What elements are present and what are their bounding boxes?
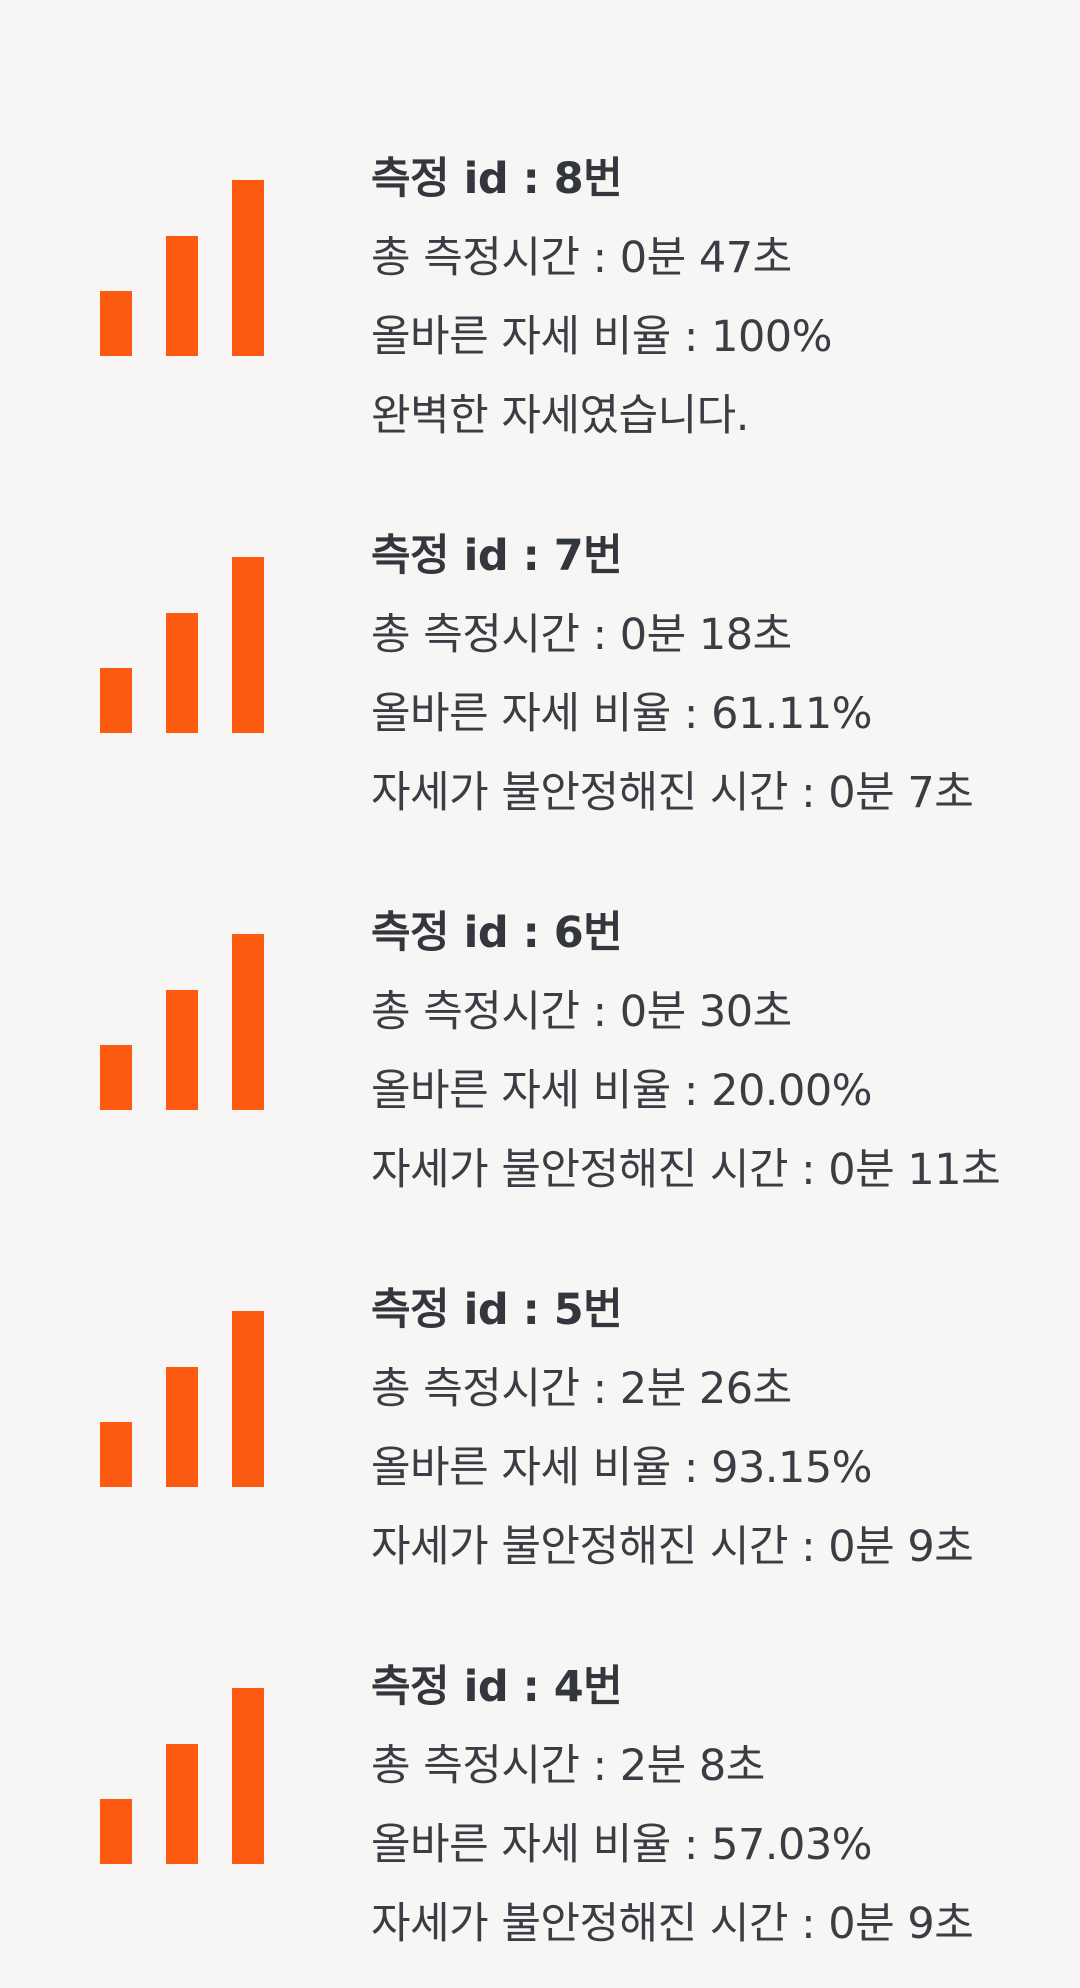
bar-chart-icon bbox=[100, 555, 266, 733]
record-info: 측정 id : 6번 총 측정시간 : 0분 30초 올바른 자세 비율 : 2… bbox=[371, 894, 1071, 1210]
record-total-time: 총 측정시간 : 0분 47초 bbox=[371, 233, 792, 283]
previous-record-partial-line bbox=[371, 0, 386, 50]
bar-chart-icon-bar-medium bbox=[166, 236, 198, 356]
measurement-record-item[interactable]: 측정 id : 5번 총 측정시간 : 2분 26초 올바른 자세 비율 : 9… bbox=[0, 1271, 1080, 1611]
bar-chart-icon-bar-short bbox=[100, 1045, 132, 1110]
record-total-time: 총 측정시간 : 2분 8초 bbox=[371, 1741, 765, 1791]
record-title: 측정 id : 5번 bbox=[371, 1285, 623, 1335]
bar-chart-icon-bar-medium bbox=[166, 990, 198, 1110]
record-title: 측정 id : 6번 bbox=[371, 908, 623, 958]
record-correct-ratio: 올바른 자세 비율 : 61.11% bbox=[371, 689, 873, 739]
bar-chart-icon bbox=[100, 1686, 266, 1864]
bar-chart-icon-bar-short bbox=[100, 1422, 132, 1487]
record-correct-ratio: 올바른 자세 비율 : 20.00% bbox=[371, 1066, 873, 1116]
measurement-record-item[interactable]: 측정 id : 7번 총 측정시간 : 0분 18초 올바른 자세 비율 : 6… bbox=[0, 517, 1080, 857]
record-info: 측정 id : 4번 총 측정시간 : 2분 8초 올바른 자세 비율 : 57… bbox=[371, 1648, 1071, 1964]
bar-chart-icon-bar-medium bbox=[166, 1367, 198, 1487]
bar-chart-icon-bar-tall bbox=[232, 1688, 264, 1864]
record-correct-ratio: 올바른 자세 비율 : 57.03% bbox=[371, 1820, 873, 1870]
measurement-record-item[interactable]: 측정 id : 4번 총 측정시간 : 2분 8초 올바른 자세 비율 : 57… bbox=[0, 1648, 1080, 1988]
record-unstable-time: 자세가 불안정해진 시간 : 0분 9초 bbox=[371, 1522, 974, 1572]
record-title: 측정 id : 7번 bbox=[371, 531, 623, 581]
record-correct-ratio: 올바른 자세 비율 : 93.15% bbox=[371, 1443, 873, 1493]
record-title: 측정 id : 8번 bbox=[371, 154, 623, 204]
bar-chart-icon-bar-short bbox=[100, 1799, 132, 1864]
record-info: 측정 id : 5번 총 측정시간 : 2분 26초 올바른 자세 비율 : 9… bbox=[371, 1271, 1071, 1587]
record-correct-ratio: 올바른 자세 비율 : 100% bbox=[371, 312, 833, 362]
measurement-record-item[interactable]: 측정 id : 8번 총 측정시간 : 0분 47초 올바른 자세 비율 : 1… bbox=[0, 140, 1080, 480]
bar-chart-icon-bar-short bbox=[100, 291, 132, 356]
bar-chart-icon-bar-tall bbox=[232, 180, 264, 356]
bar-chart-icon-bar-tall bbox=[232, 934, 264, 1110]
bar-chart-icon bbox=[100, 932, 266, 1110]
record-total-time: 총 측정시간 : 2분 26초 bbox=[371, 1364, 792, 1414]
bar-chart-icon-bar-short bbox=[100, 668, 132, 733]
measurement-record-item[interactable]: 측정 id : 6번 총 측정시간 : 0분 30초 올바른 자세 비율 : 2… bbox=[0, 894, 1080, 1234]
record-info: 측정 id : 7번 총 측정시간 : 0분 18초 올바른 자세 비율 : 6… bbox=[371, 517, 1071, 833]
bar-chart-icon-bar-medium bbox=[166, 1744, 198, 1864]
bar-chart-icon bbox=[100, 178, 266, 356]
record-total-time: 총 측정시간 : 0분 30초 bbox=[371, 987, 792, 1037]
record-unstable-time: 자세가 불안정해진 시간 : 0분 9초 bbox=[371, 1899, 974, 1949]
bar-chart-icon-bar-tall bbox=[232, 557, 264, 733]
record-unstable-time: 자세가 불안정해진 시간 : 0분 7초 bbox=[371, 768, 974, 818]
record-info: 측정 id : 8번 총 측정시간 : 0분 47초 올바른 자세 비율 : 1… bbox=[371, 140, 1071, 456]
record-unstable-time: 자세가 불안정해진 시간 : 0분 11초 bbox=[371, 1145, 1001, 1195]
bar-chart-icon-bar-tall bbox=[232, 1311, 264, 1487]
record-total-time: 총 측정시간 : 0분 18초 bbox=[371, 610, 792, 660]
record-title: 측정 id : 4번 bbox=[371, 1662, 623, 1712]
record-extra-info: 완벽한 자세였습니다. bbox=[371, 391, 749, 441]
bar-chart-icon-bar-medium bbox=[166, 613, 198, 733]
bar-chart-icon bbox=[100, 1309, 266, 1487]
